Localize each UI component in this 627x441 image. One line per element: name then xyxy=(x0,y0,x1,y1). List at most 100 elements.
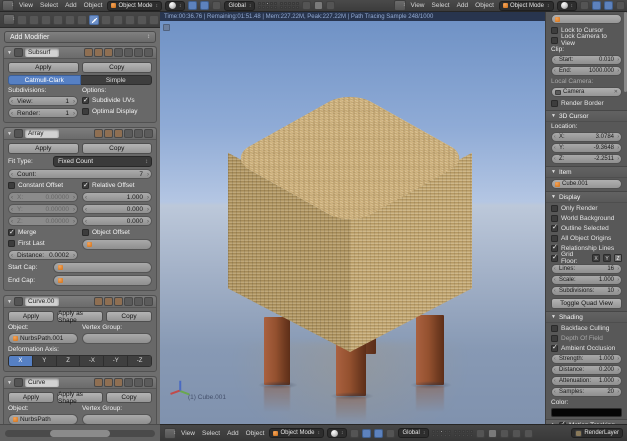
curve2-header[interactable]: ▼ Curve xyxy=(4,377,156,389)
curve1-copy-button[interactable]: Copy xyxy=(106,311,152,322)
relationship-lines-checkbox[interactable] xyxy=(551,243,558,252)
manipulator-rotate-icon[interactable] xyxy=(374,428,384,438)
scrollbar-thumb[interactable] xyxy=(50,429,110,437)
only-render-checkbox[interactable] xyxy=(551,204,558,212)
snap-magnet-icon[interactable] xyxy=(326,1,336,10)
optimal-display-checkbox[interactable] xyxy=(82,108,89,115)
mode-dropdown-2[interactable]: Object Mode xyxy=(498,0,554,11)
expand-icon[interactable]: ▼ xyxy=(7,299,12,305)
tab-object-icon[interactable] xyxy=(65,14,75,25)
grid-x-toggle[interactable]: X xyxy=(592,254,600,262)
edit-mode-visibility-icon[interactable] xyxy=(114,378,123,387)
render-visibility-icon[interactable] xyxy=(94,378,103,387)
subsurf-render-slider[interactable]: Render: 1 xyxy=(8,108,78,119)
render-opengl-icon[interactable] xyxy=(512,428,522,438)
array-apply-button[interactable]: Apply xyxy=(8,143,79,154)
layers-grid-1[interactable] xyxy=(432,429,452,437)
render-visibility-icon[interactable] xyxy=(94,297,103,306)
layers-grid-1[interactable] xyxy=(258,2,278,9)
menu-object[interactable]: Object xyxy=(82,2,105,9)
move-down-icon[interactable] xyxy=(134,129,143,138)
delete-modifier-icon[interactable] xyxy=(144,129,153,138)
menu-add-2[interactable]: Add xyxy=(455,2,471,9)
grid-scale-slider[interactable]: Scale: 1.000 xyxy=(551,275,622,285)
editor-type-icon[interactable] xyxy=(2,0,14,11)
tab-object-data-icon[interactable] xyxy=(101,14,111,25)
ao-attenuation-slider[interactable]: Attenuation: 1.000 xyxy=(551,376,622,386)
manipulator-translate-icon[interactable] xyxy=(188,1,198,10)
outline-selected-checkbox[interactable] xyxy=(551,223,558,232)
lock-object-field[interactable] xyxy=(551,14,622,24)
viewport-visibility-icon[interactable] xyxy=(104,129,113,138)
grid-z-toggle[interactable]: Z xyxy=(614,254,622,262)
subdivide-uvs-checkbox[interactable] xyxy=(82,96,89,104)
manipulator-rotate-icon[interactable] xyxy=(200,1,210,10)
grid-subdivisions-slider[interactable]: Subdivisions: 10 xyxy=(551,286,622,296)
axis-negx-button[interactable]: -X xyxy=(80,356,105,366)
ao-distance-slider[interactable]: Distance: 0.200 xyxy=(551,365,622,375)
tab-render-icon[interactable] xyxy=(17,14,27,25)
cage-icon[interactable] xyxy=(114,48,123,57)
proportional-edit-icon[interactable] xyxy=(314,1,324,10)
curve2-apply-button[interactable]: Apply xyxy=(8,392,54,403)
fit-type-dropdown[interactable]: Fixed Count xyxy=(53,156,152,167)
render-visibility-icon[interactable] xyxy=(94,129,103,138)
array-name-field[interactable]: Array xyxy=(24,129,59,138)
add-modifier-dropdown[interactable]: Add Modifier xyxy=(4,31,156,43)
ambient-occlusion-checkbox[interactable] xyxy=(551,343,558,352)
object-offset-field[interactable] xyxy=(82,239,152,250)
menu-view-2[interactable]: View xyxy=(409,2,427,9)
constant-offset-checkbox[interactable] xyxy=(8,182,15,189)
clip-start-slider[interactable]: Start: 0.010 xyxy=(551,55,622,65)
relative-offset-checkbox[interactable] xyxy=(82,181,89,189)
constant-z-slider[interactable]: Z: 0.00000 xyxy=(8,216,78,227)
tab-render-layers-icon[interactable] xyxy=(29,14,39,25)
world-background-checkbox[interactable] xyxy=(551,214,558,222)
end-cap-field[interactable] xyxy=(53,275,152,286)
manipulator-scale-icon-2[interactable] xyxy=(616,1,625,10)
menu-add[interactable]: Add xyxy=(225,430,241,437)
viewport-shading-dropdown[interactable] xyxy=(164,0,186,11)
delete-modifier-icon[interactable] xyxy=(144,378,153,387)
cursor-x-slider[interactable]: X: 3.0784 xyxy=(551,132,622,142)
tab-texture-icon[interactable] xyxy=(125,14,135,25)
viewport-visibility-icon[interactable] xyxy=(104,378,113,387)
relative-z-slider[interactable]: 0.000 xyxy=(82,216,152,227)
merge-distance-slider[interactable]: Distance: 0.0002 xyxy=(8,250,78,261)
edit-mode-visibility-icon[interactable] xyxy=(104,48,113,57)
move-up-icon[interactable] xyxy=(124,48,133,57)
local-camera-field[interactable]: Camera ✕ xyxy=(551,87,622,97)
start-cap-field[interactable] xyxy=(53,262,152,273)
move-up-icon[interactable] xyxy=(124,297,133,306)
backface-culling-checkbox[interactable] xyxy=(551,324,558,332)
item-name-field[interactable]: Cube.001 xyxy=(551,179,622,189)
axis-negy-button[interactable]: -Y xyxy=(104,356,129,366)
expand-icon[interactable]: ▼ xyxy=(7,50,12,56)
grid-y-toggle[interactable]: Y xyxy=(603,254,611,262)
tab-particles-icon[interactable] xyxy=(137,14,147,25)
render-visibility-icon[interactable] xyxy=(84,48,93,57)
clip-end-slider[interactable]: End: 1000.000 xyxy=(551,66,622,76)
properties-horizontal-scrollbar[interactable] xyxy=(0,424,160,441)
tab-scene-icon[interactable] xyxy=(41,14,51,25)
menu-select[interactable]: Select xyxy=(200,430,222,437)
editor-type-icon[interactable] xyxy=(164,427,176,439)
section-3d-cursor[interactable]: 3D Cursor xyxy=(546,110,627,122)
snap-magnet-icon-2[interactable] xyxy=(580,1,589,10)
cursor-z-slider[interactable]: Z: -2.2511 xyxy=(551,154,622,164)
toggle-quad-view-button[interactable]: Toggle Quad View xyxy=(551,298,622,309)
menu-view[interactable]: View xyxy=(17,2,35,9)
move-down-icon[interactable] xyxy=(134,297,143,306)
manipulator-translate-icon[interactable] xyxy=(362,428,372,438)
menu-object-2[interactable]: Object xyxy=(473,2,496,9)
manipulator-scale-icon[interactable] xyxy=(386,428,396,438)
manipulator-scale-icon[interactable] xyxy=(212,1,222,10)
subsurf-view-slider[interactable]: View: 1 xyxy=(8,96,78,107)
menu-select[interactable]: Select xyxy=(38,2,60,9)
curve1-vertex-group-field[interactable] xyxy=(82,333,152,344)
lock-scene-icon[interactable] xyxy=(302,1,312,10)
render-layer-field[interactable]: RenderLayer xyxy=(571,428,623,438)
move-up-icon[interactable] xyxy=(124,378,133,387)
render-border-checkbox[interactable] xyxy=(551,99,558,107)
simple-toggle[interactable]: Simple xyxy=(80,75,152,85)
